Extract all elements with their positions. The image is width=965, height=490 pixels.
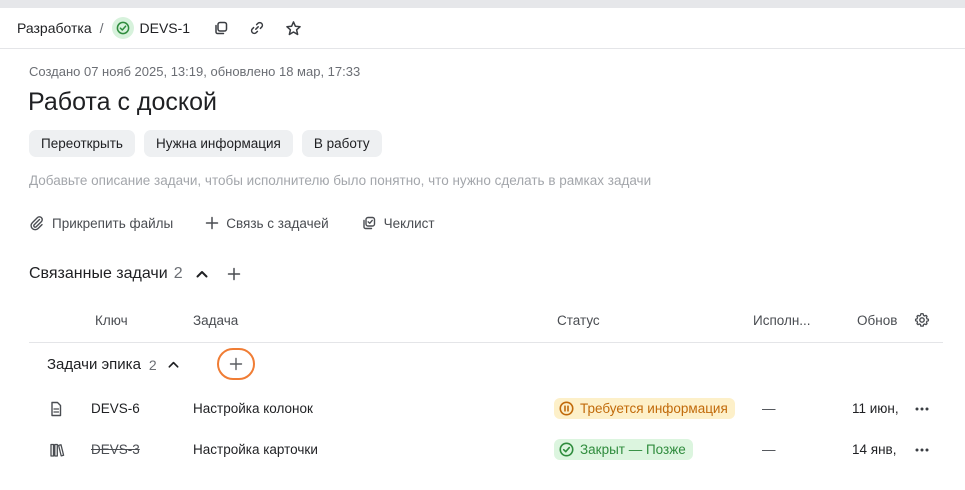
- table-row[interactable]: DEVS-6 Настройка колонок Требуется инфор…: [29, 389, 943, 429]
- top-strip: [0, 0, 965, 8]
- status-label: Закрыт — Позже: [580, 442, 686, 457]
- table-row[interactable]: DEVS-3 Настройка карточки Закрыт — Позже…: [29, 430, 943, 470]
- column-updated[interactable]: Обнов: [857, 313, 897, 328]
- related-tasks-header: Связанные задачи 2: [29, 265, 241, 283]
- epic-tasks-header: Задачи эпика 2: [47, 356, 180, 373]
- task-assignee: —: [762, 401, 776, 416]
- issue-meta: Создано 07 нояб 2025, 13:19, обновлено 1…: [29, 64, 361, 79]
- header-bar: Разработка / DEVS-1: [0, 8, 965, 49]
- column-key[interactable]: Ключ: [95, 313, 128, 328]
- breadcrumb-project[interactable]: Разработка: [17, 20, 92, 36]
- task-key[interactable]: DEVS-3: [91, 442, 140, 457]
- task-updated: 14 янв,: [852, 442, 897, 457]
- chevron-up-icon[interactable]: [195, 267, 209, 281]
- task-key[interactable]: DEVS-6: [91, 401, 140, 416]
- in-progress-button[interactable]: В работу: [301, 130, 382, 157]
- books-icon: [49, 442, 65, 461]
- breadcrumb-issue-key: DEVS-1: [139, 20, 191, 36]
- column-task[interactable]: Задача: [193, 313, 238, 328]
- status-badge[interactable]: Закрыт — Позже: [554, 439, 693, 460]
- column-status[interactable]: Статус: [557, 313, 600, 328]
- paperclip-icon: [30, 216, 43, 231]
- attach-files-label: Прикрепить файлы: [52, 215, 174, 231]
- status-badge[interactable]: Требуется информация: [554, 398, 735, 419]
- issue-title[interactable]: Работа с доской: [28, 88, 217, 117]
- need-info-button[interactable]: Нужна информация: [143, 130, 293, 157]
- add-epic-task-button[interactable]: [217, 348, 255, 380]
- description-placeholder[interactable]: Добавьте описание задачи, чтобы исполнит…: [29, 173, 651, 188]
- star-icon[interactable]: [284, 19, 302, 37]
- related-tasks-title: Связанные задачи: [29, 265, 168, 282]
- plus-icon: [205, 216, 219, 230]
- issue-tools: Прикрепить файлы Связь с задачей Чеклист: [29, 215, 467, 231]
- link-icon[interactable]: [248, 19, 266, 37]
- task-title[interactable]: Настройка колонок: [193, 401, 313, 416]
- table-header: Ключ Задача Статус Исполн... Обнов: [29, 298, 943, 343]
- breadcrumb-separator: /: [99, 20, 104, 36]
- check-circle-icon: [559, 442, 574, 457]
- epic-tasks-title: Задачи эпика: [47, 356, 141, 373]
- related-tasks-count: 2: [173, 265, 183, 282]
- gear-icon[interactable]: [914, 312, 930, 331]
- epic-tasks-count: 2: [148, 356, 157, 373]
- task-updated: 11 июн,: [852, 401, 899, 416]
- status-actions: Переоткрыть Нужна информация В работу: [29, 130, 382, 157]
- pause-circle-icon: [559, 401, 574, 416]
- link-task-button[interactable]: Связь с задачей: [205, 215, 329, 231]
- status-label: Требуется информация: [580, 401, 728, 416]
- link-task-label: Связь с задачей: [226, 215, 329, 231]
- reopen-button[interactable]: Переоткрыть: [29, 130, 135, 157]
- checklist-icon: [362, 216, 375, 230]
- column-assignee[interactable]: Исполн...: [753, 313, 811, 328]
- status-done-icon: [111, 17, 134, 39]
- task-title[interactable]: Настройка карточки: [193, 442, 318, 457]
- checklist-label: Чеклист: [383, 215, 435, 231]
- chevron-up-icon[interactable]: [167, 358, 180, 371]
- more-icon[interactable]: [914, 402, 930, 419]
- plus-icon: [229, 357, 243, 371]
- breadcrumb-issue[interactable]: DEVS-1: [111, 17, 191, 39]
- checklist-button[interactable]: Чеклист: [361, 215, 435, 231]
- more-icon[interactable]: [914, 443, 930, 460]
- attach-files-button[interactable]: Прикрепить файлы: [29, 215, 173, 231]
- document-icon: [49, 401, 63, 420]
- copy-icon[interactable]: [212, 19, 230, 37]
- task-assignee: —: [762, 442, 776, 457]
- add-related-icon[interactable]: [227, 267, 241, 281]
